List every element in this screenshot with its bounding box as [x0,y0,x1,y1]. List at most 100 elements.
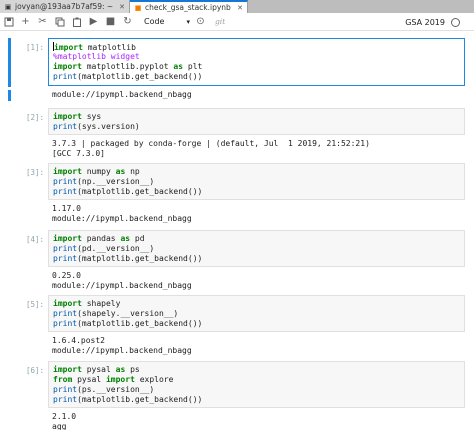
code-token-fn: print [53,254,78,263]
code-token-fn: print [53,187,78,196]
output-line: module://ipympl.backend_nbagg [52,90,192,99]
tab-notebook-label: check_gsa_stack.ipynb [145,3,231,12]
cell-output: 3.7.3 | packaged by conda-forge | (defau… [52,139,462,159]
kernel-indicator[interactable]: GSA 2019 [405,13,460,31]
code-token: ps [125,365,140,374]
code-line: print(matplotlib.get_backend()) [53,395,460,405]
code-token: pd [130,234,145,243]
cell-type-label: Code [144,17,165,26]
code-line: import sys [53,112,460,122]
code-token: pysal [72,375,106,384]
code-token: explore [134,375,174,384]
kernel-name: GSA 2019 [405,17,445,27]
cell-output: module://ipympl.backend_nbagg [52,90,462,100]
code-token-kw: import [53,112,82,121]
active-cell-indicator[interactable] [8,38,11,87]
code-token: np [125,167,140,176]
output-line: 0.25.0 [52,271,81,280]
code-line: print(sys.version) [53,122,460,132]
output-collapser[interactable] [8,90,11,101]
code-token: (matplotlib.get_backend()) [77,254,203,263]
cut-icon[interactable]: ✂ [34,13,51,31]
cell-output: 0.25.0 module://ipympl.backend_nbagg [52,271,462,291]
code-line: print(matplotlib.get_backend()) [53,187,460,197]
output-line: [GCC 7.3.0] [52,149,105,158]
cell-output: 2.1.0 agg [52,412,462,430]
cell-settings-icon[interactable]: ⊙ [192,13,209,31]
code-token-fn: print [53,395,78,404]
code-line: import shapely [53,299,460,309]
input-prompt: [1]: [25,43,44,52]
git-button[interactable]: git [215,17,225,26]
code-input[interactable]: import shapely print(shapely.__version__)… [48,295,465,332]
code-input[interactable]: import sys print(sys.version) [48,108,465,135]
code-token-kw: as [115,167,126,176]
code-token-kw: import [53,234,82,243]
add-icon[interactable]: + [17,13,34,31]
input-prompt: [4]: [25,235,44,244]
output-line: agg [52,422,67,430]
code-token-fn: print [53,72,78,81]
save-icon[interactable] [0,13,17,31]
tab-notebook[interactable]: ■ check_gsa_stack.ipynb ✕ [130,0,248,13]
tab-bar: ▣ jovyan@193aa7b7af59: ~ ✕ ■ check_gsa_s… [0,0,474,13]
code-input[interactable]: import numpy as np print(np.__version__) p… [48,163,465,200]
output-line: module://ipympl.backend_nbagg [52,214,192,223]
run-icon[interactable]: ▶ [85,13,102,31]
output-line: 1.6.4.post2 [52,336,105,345]
code-token: plt [183,62,203,71]
notebook-icon: ■ [134,3,142,12]
code-line: from pysal import explore [53,375,460,385]
code-token-kw: import [53,299,82,308]
code-token-fn: print [53,319,78,328]
code-input[interactable]: import pysal as ps from pysal import expl… [48,361,465,408]
code-line: print(pd.__version__) [53,244,460,254]
code-token-kw: import [105,375,135,384]
code-token: numpy [81,167,116,176]
paste-icon[interactable] [68,13,85,31]
code-input[interactable]: import matplotlib %matplotlib widget impor… [48,38,465,86]
code-token: (matplotlib.get_backend()) [77,319,203,328]
output-line: 3.7.3 | packaged by conda-forge | (defau… [52,139,370,148]
stop-icon[interactable]: ■ [102,13,119,31]
code-token: (matplotlib.get_backend()) [77,187,203,196]
close-icon[interactable]: ✕ [237,4,243,12]
copy-icon[interactable] [51,13,68,31]
tab-terminal[interactable]: ▣ jovyan@193aa7b7af59: ~ ✕ [0,0,130,13]
terminal-icon: ▣ [4,2,12,11]
code-token-fn: print [53,309,78,318]
code-token: (shapely.__version__) [77,309,179,318]
code-token-kw: import [54,43,83,52]
input-prompt: [6]: [25,366,44,375]
tab-terminal-label: jovyan@193aa7b7af59: ~ [15,2,114,11]
code-line: import numpy as np [53,167,460,177]
code-token-fn: print [53,385,78,394]
code-token: (np.__version__) [77,177,155,186]
cell-output: 1.17.0 module://ipympl.backend_nbagg [52,204,462,224]
code-token: pysal [81,365,116,374]
cell-output: 1.6.4.post2 module://ipympl.backend_nbagg [52,336,462,356]
code-token-kw: import [53,62,82,71]
code-line: print(matplotlib.get_backend()) [53,254,460,264]
code-token-kw: import [53,365,82,374]
code-token-kw: import [53,167,82,176]
restart-icon[interactable]: ↻ [119,13,136,31]
code-line: import pysal as ps [53,365,460,375]
cell-type-dropdown[interactable]: Code ▾ [142,15,192,28]
code-token: (sys.version) [77,122,140,131]
code-input[interactable]: import pandas as pd print(pd.__version__)… [48,230,465,267]
code-line: import pandas as pd [53,234,460,244]
code-token: (pd.__version__) [77,244,155,253]
code-token-mg: %matplotlib widget [53,52,140,61]
code-token: sys [81,112,102,121]
input-prompt: [2]: [25,113,44,122]
output-line: 2.1.0 [52,412,77,421]
close-icon[interactable]: ✕ [119,3,125,11]
output-line: module://ipympl.backend_nbagg [52,281,192,290]
code-line: %matplotlib widget [53,52,460,62]
code-line: print(np.__version__) [53,177,460,187]
code-line: print(matplotlib.get_backend()) [53,72,460,82]
chevron-down-icon: ▾ [186,17,190,26]
output-line: 1.17.0 [52,204,81,213]
code-token-fn: print [53,244,78,253]
